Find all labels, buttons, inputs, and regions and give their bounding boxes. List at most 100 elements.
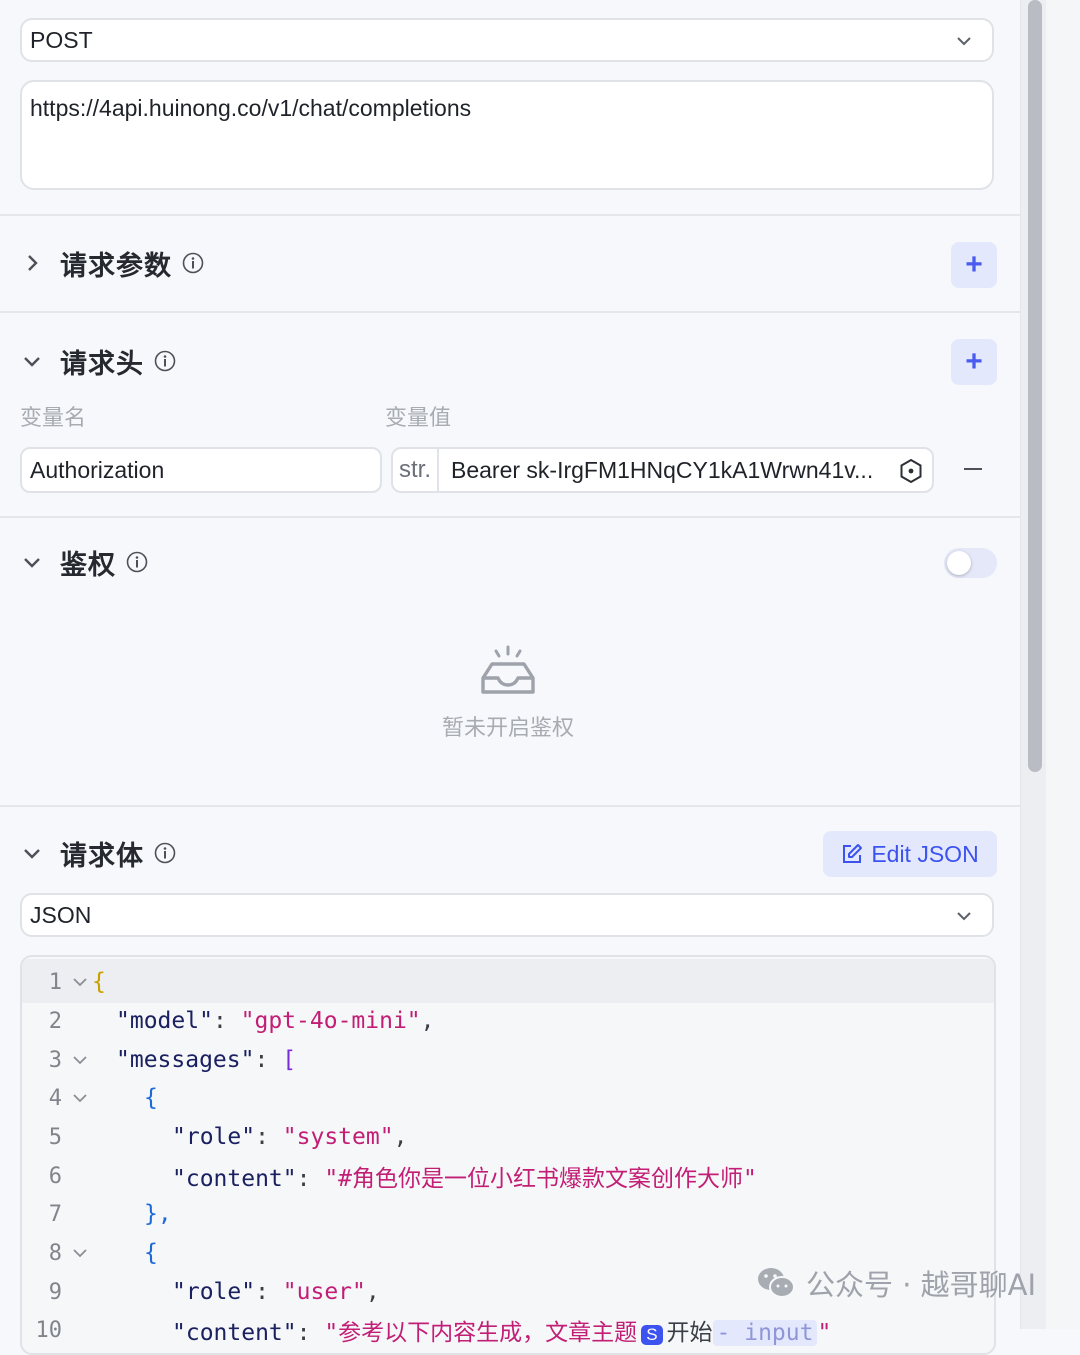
plus-icon: + [965, 248, 983, 281]
wechat-icon [758, 1268, 795, 1298]
json-key: "content" [172, 1166, 297, 1192]
json-string: "gpt-4o-mini" [240, 1008, 421, 1034]
code-text: "messages": [ [116, 1047, 297, 1073]
json-key: "role" [172, 1124, 256, 1150]
chevron-down-icon [957, 37, 971, 46]
add-header-button[interactable]: + [951, 339, 997, 385]
variable-picker-icon[interactable] [898, 458, 924, 484]
json-string: "参考以下内容生成，文章主题 [324, 1320, 638, 1346]
fold-chevron-icon[interactable] [68, 1090, 92, 1106]
body-format-value: JSON [30, 901, 92, 928]
code-line: 1 { [22, 963, 106, 1001]
divider [0, 214, 1020, 216]
section-auth-title: 鉴权 [60, 549, 116, 580]
edit-json-button[interactable]: Edit JSON [823, 831, 997, 877]
method-select[interactable]: POST [20, 18, 994, 62]
line-number: 8 [48, 1240, 62, 1266]
code-line: 4 { [22, 1079, 158, 1117]
plus-icon: + [965, 345, 983, 378]
edit-json-label: Edit JSON [871, 840, 979, 867]
code-line: 8 { [22, 1234, 158, 1272]
line-number: 10 [35, 1317, 63, 1343]
empty-inbox-icon [481, 645, 535, 694]
json-bracket: [ [282, 1047, 297, 1073]
json-key: "model" [116, 1008, 213, 1034]
line-number: 1 [48, 969, 62, 995]
info-icon[interactable] [154, 350, 176, 372]
variable-name[interactable]: - input [712, 1320, 818, 1346]
info-icon[interactable] [126, 551, 148, 573]
type-tag[interactable]: str. [393, 449, 439, 491]
auth-empty-text: 暂未开启鉴权 [441, 715, 574, 740]
code-text: "model": "gpt-4o-mini", [116, 1008, 435, 1034]
code-text: { [144, 1240, 158, 1266]
code-text: "role": "system", [172, 1124, 408, 1150]
divider [0, 805, 1020, 807]
auth-toggle[interactable] [944, 548, 997, 578]
url-input[interactable]: https://4api.huinong.co/v1/chat/completi… [20, 80, 994, 190]
remove-header-button[interactable] [964, 468, 982, 470]
fold-chevron-icon[interactable] [68, 1052, 92, 1068]
divider [0, 311, 1020, 313]
edit-icon [843, 844, 863, 863]
method-value: POST [30, 26, 93, 53]
fold-chevron-icon[interactable] [68, 974, 92, 990]
code-text: "content": "参考以下内容生成，文章主题 S 开始 - input " [172, 1320, 832, 1346]
header-name-input[interactable]: Authorization [20, 447, 382, 493]
json-string: "user" [282, 1279, 366, 1305]
code-text: { [144, 1085, 158, 1111]
chevron-down-icon[interactable] [20, 550, 44, 574]
header-value-input[interactable]: str. Bearer sk-IrgFM1HNqCY1kA1Wrwn41v... [391, 447, 934, 493]
line-number: 4 [48, 1085, 62, 1111]
json-key: "role" [172, 1279, 256, 1305]
chevron-right-icon[interactable] [20, 251, 44, 275]
section-headers-header[interactable]: 请求头 [20, 341, 176, 381]
column-label-value: 变量值 [385, 405, 452, 430]
header-value-text: Bearer sk-IrgFM1HNqCY1kA1Wrwn41v... [451, 456, 874, 483]
code-line: 10 "content": "参考以下内容生成，文章主题 S 开始 - input " [22, 1311, 831, 1349]
variable-node-name: 开始 [666, 1320, 713, 1346]
code-line: 5 "role": "system", [22, 1118, 408, 1156]
divider [0, 516, 1020, 518]
add-param-button[interactable]: + [951, 242, 997, 288]
variable-node-chip[interactable]: S [641, 1325, 663, 1345]
body-format-select[interactable]: JSON [20, 893, 994, 937]
url-value: https://4api.huinong.co/v1/chat/completi… [30, 95, 472, 121]
line-number: 9 [48, 1279, 62, 1305]
window-edge [1046, 0, 1080, 1329]
line-number: 7 [48, 1201, 62, 1227]
watermark-text: 公众号 · 越哥聊AI [806, 1268, 1037, 1302]
chevron-down-icon[interactable] [20, 349, 44, 373]
chevron-down-icon[interactable] [20, 841, 44, 865]
line-number: 6 [48, 1163, 62, 1189]
section-auth-header[interactable]: 鉴权 [20, 542, 148, 582]
header-name-value: Authorization [30, 456, 165, 483]
info-icon[interactable] [154, 842, 176, 864]
section-params-title: 请求参数 [60, 250, 172, 281]
code-text: "role": "user", [172, 1279, 380, 1305]
line-number: 2 [48, 1008, 62, 1034]
code-text: "content": "#角色你是一位小红书爆款文案创作大师" [172, 1166, 757, 1192]
http-request-panel: POST https://4api.huinong.co/v1/chat/com… [0, 0, 1020, 1355]
section-params-header[interactable]: 请求参数 [20, 243, 204, 283]
chevron-down-icon [957, 912, 971, 921]
scrollbar-thumb[interactable] [1028, 0, 1042, 772]
code-line: 9 "role": "user", [22, 1273, 380, 1311]
code-line: 2 "model": "gpt-4o-mini", [22, 1002, 435, 1040]
section-body-header[interactable]: 请求体 [20, 833, 176, 873]
info-icon[interactable] [182, 252, 204, 274]
section-headers-title: 请求头 [60, 348, 144, 379]
toggle-knob [947, 551, 971, 575]
code-line: 6 "content": "#角色你是一位小红书爆款文案创作大师" [22, 1157, 757, 1195]
json-string-end: " [817, 1320, 832, 1346]
fold-chevron-icon[interactable] [68, 1245, 92, 1261]
code-line: 7 }, [22, 1195, 172, 1233]
code-text: { [92, 969, 106, 995]
json-key: "content" [172, 1320, 297, 1346]
code-line: 3 "messages": [ [22, 1041, 296, 1079]
